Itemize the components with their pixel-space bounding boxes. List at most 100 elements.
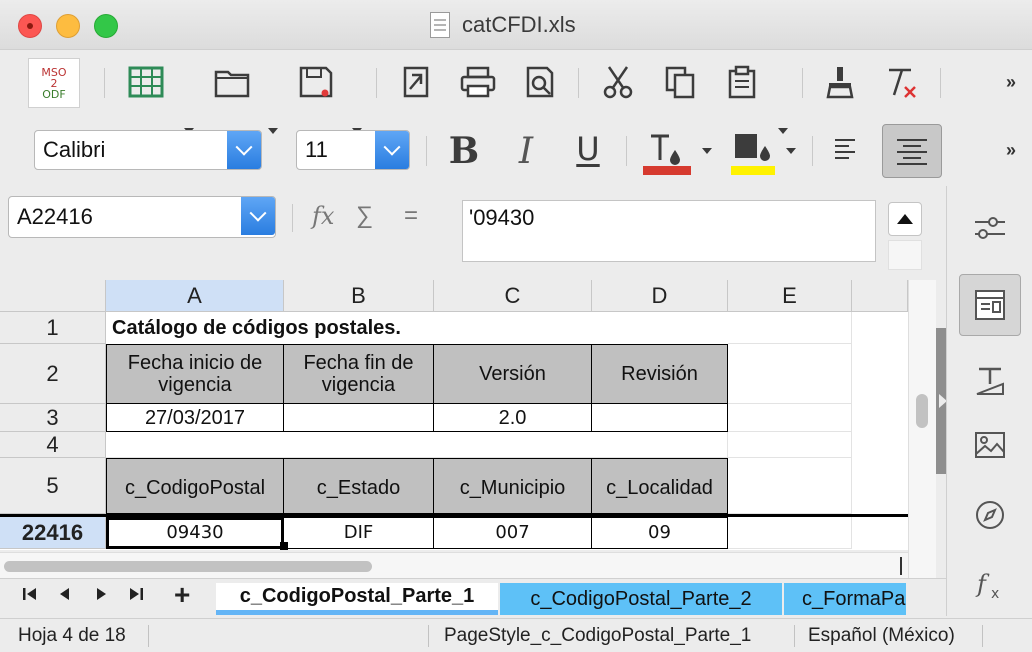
formula-input[interactable]: '09430 <box>462 200 876 262</box>
toolbar-overflow-icon[interactable]: » <box>1006 72 1016 93</box>
vertical-scroll-thumb[interactable] <box>916 394 928 428</box>
cut-button[interactable] <box>598 64 638 100</box>
row-header-5[interactable]: 5 <box>0 458 106 514</box>
horizontal-scrollbar[interactable] <box>0 552 908 578</box>
save-button[interactable] <box>296 64 336 100</box>
underline-button[interactable]: U <box>568 128 608 170</box>
language-status[interactable]: Español (México) <box>808 625 955 647</box>
row-header-22416[interactable]: 22416 <box>0 517 106 549</box>
first-sheet-icon[interactable] <box>22 585 38 608</box>
cell-b5[interactable]: c_Estado <box>283 458 434 514</box>
chevron-down-icon[interactable] <box>241 197 275 235</box>
open-button[interactable] <box>212 64 252 100</box>
cell-b3[interactable] <box>283 403 434 432</box>
cell-d22416[interactable]: 09 <box>591 517 728 549</box>
maximize-window-button[interactable] <box>94 14 118 38</box>
cell-a22416[interactable]: 09430 <box>106 517 284 549</box>
formula-separator <box>292 204 293 232</box>
select-all-corner[interactable] <box>0 280 106 312</box>
sum-icon[interactable]: ∑ <box>356 202 373 230</box>
sheet-count-status[interactable]: Hoja 4 de 18 <box>18 625 126 647</box>
cell-c22416[interactable]: 007 <box>433 517 592 549</box>
copy-button[interactable] <box>660 64 700 100</box>
styles-button[interactable] <box>959 350 1021 412</box>
toolbar-separator <box>376 68 377 98</box>
fill-handle[interactable] <box>280 542 288 550</box>
column-header-e[interactable]: E <box>728 280 852 312</box>
font-name-combo[interactable]: Calibri <box>34 130 262 170</box>
align-left-button[interactable] <box>826 130 870 172</box>
navigator-button[interactable] <box>959 484 1021 546</box>
cell-e3[interactable] <box>728 404 852 432</box>
bold-button[interactable]: B <box>444 130 484 172</box>
clone-formatting-button[interactable] <box>820 64 860 100</box>
cell-a5[interactable]: c_CodigoPostal <box>106 458 284 514</box>
cell-e5[interactable] <box>728 458 852 514</box>
print-preview-button[interactable] <box>520 64 560 100</box>
formula-icon[interactable]: = <box>404 202 418 230</box>
align-center-button[interactable] <box>882 124 942 178</box>
add-sheet-button[interactable]: + <box>174 579 190 611</box>
highlight-color-button[interactable] <box>728 130 780 176</box>
italic-button[interactable]: I <box>506 130 546 172</box>
properties-button[interactable] <box>959 196 1021 258</box>
font-color-button[interactable] <box>640 130 692 176</box>
font-size-combo[interactable]: 11 <box>296 130 410 170</box>
cell-c2[interactable]: Versión <box>433 344 592 404</box>
sheet-tab-codigo-postal-parte-2[interactable]: c_CodigoPostal_Parte_2 <box>500 583 782 615</box>
row-header-1[interactable]: 1 <box>0 312 106 344</box>
page-button[interactable] <box>959 274 1021 336</box>
clear-formatting-button[interactable] <box>882 64 922 100</box>
toolbar-separator <box>802 68 803 98</box>
last-sheet-icon[interactable] <box>128 585 144 608</box>
mso-to-odf-logo-button[interactable]: MSO 2 ODF <box>28 58 80 108</box>
cell-e1[interactable] <box>728 312 852 344</box>
collapse-formula-bar-button[interactable] <box>888 202 922 236</box>
cell-e4[interactable] <box>728 432 852 458</box>
chevron-down-icon[interactable] <box>227 131 261 169</box>
vertical-scrollbar[interactable] <box>908 280 936 578</box>
paste-button[interactable] <box>722 64 762 100</box>
horizontal-scroll-thumb[interactable] <box>4 561 372 572</box>
cell-d2[interactable]: Revisión <box>591 344 728 404</box>
print-button[interactable] <box>456 64 500 100</box>
insert-table-button[interactable] <box>126 64 166 100</box>
row-header-2[interactable]: 2 <box>0 344 106 404</box>
cell-c5[interactable]: c_Municipio <box>433 458 592 514</box>
copy-icon <box>665 66 695 99</box>
column-header-d[interactable]: D <box>592 280 728 312</box>
next-sheet-icon[interactable] <box>94 585 108 608</box>
close-window-button[interactable] <box>18 14 42 38</box>
cell-d3[interactable] <box>591 403 728 432</box>
name-box[interactable]: A22416 <box>8 196 276 238</box>
cell-a1[interactable]: Catálogo de códigos postales. <box>106 312 728 344</box>
cell-a3[interactable]: 27/03/2017 <box>106 403 284 432</box>
page-style-status[interactable]: PageStyle_c_CodigoPostal_Parte_1 <box>444 625 751 647</box>
chevron-down-icon[interactable] <box>702 148 712 154</box>
row-header-3[interactable]: 3 <box>0 404 106 432</box>
cell-b2[interactable]: Fecha fin de vigencia <box>283 344 434 404</box>
functions-button[interactable]: fx <box>959 554 1021 616</box>
toolbar-overflow-icon[interactable]: » <box>1006 140 1016 161</box>
column-header-c[interactable]: C <box>434 280 592 312</box>
gallery-button[interactable] <box>959 414 1021 476</box>
cell-e2[interactable] <box>728 344 852 404</box>
cell-c3[interactable]: 2.0 <box>433 403 592 432</box>
export-pdf-button[interactable] <box>396 64 436 100</box>
sheet-tab-codigo-postal-parte-1[interactable]: c_CodigoPostal_Parte_1 <box>216 583 498 615</box>
previous-sheet-icon[interactable] <box>58 585 72 608</box>
column-header-f[interactable] <box>852 280 908 312</box>
column-header-b[interactable]: B <box>284 280 434 312</box>
chevron-down-icon[interactable] <box>375 131 409 169</box>
chevron-down-icon[interactable] <box>786 148 796 154</box>
sheet-tab-forma-pago[interactable]: c_FormaPa <box>784 583 906 615</box>
cell-e22416[interactable] <box>728 517 852 549</box>
cell-row-4[interactable] <box>106 432 728 458</box>
column-header-a[interactable]: A <box>106 280 284 312</box>
row-header-4[interactable]: 4 <box>0 432 106 458</box>
cell-b22416[interactable]: DIF <box>283 517 434 549</box>
function-wizard-icon[interactable]: fx <box>312 202 334 231</box>
minimize-window-button[interactable] <box>56 14 80 38</box>
cell-a2[interactable]: Fecha inicio de vigencia <box>106 344 284 404</box>
cell-d5[interactable]: c_Localidad <box>591 458 728 514</box>
